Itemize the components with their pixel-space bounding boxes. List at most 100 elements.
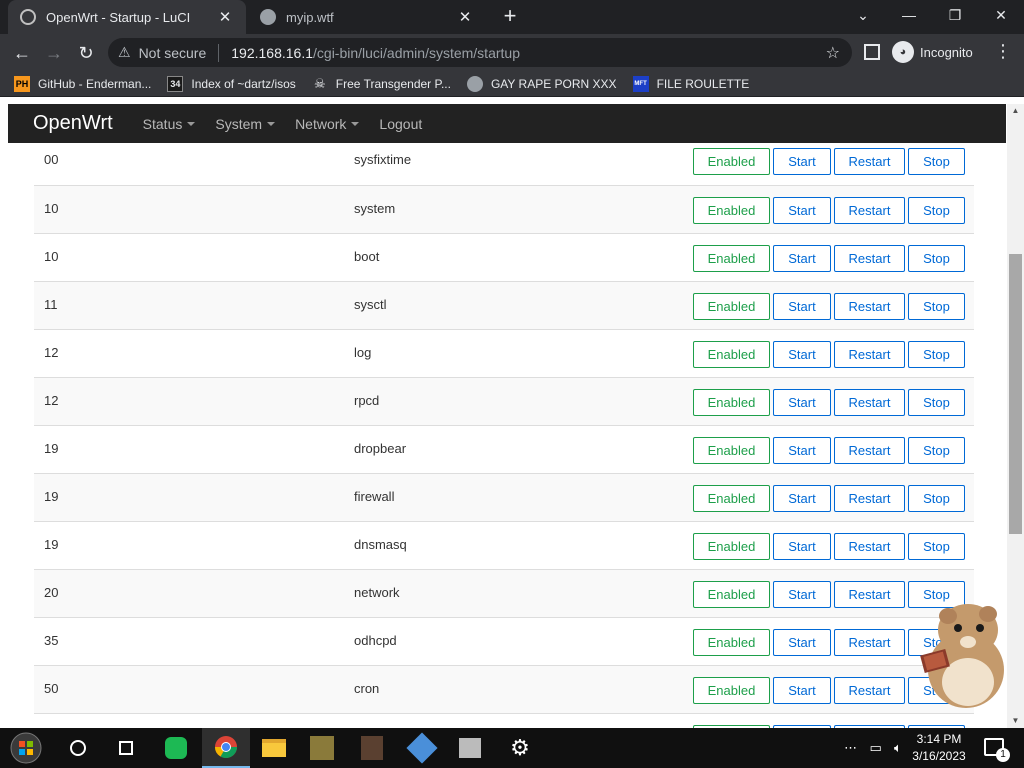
start-button[interactable]: Start xyxy=(773,389,831,416)
restart-button[interactable]: Restart xyxy=(834,485,905,512)
nav-network[interactable]: Network xyxy=(295,116,360,132)
stop-button[interactable]: Stop xyxy=(908,148,965,175)
start-button[interactable]: Start xyxy=(773,677,831,704)
file-explorer-icon[interactable] xyxy=(250,728,298,768)
restart-button[interactable]: Restart xyxy=(834,245,905,272)
back-button[interactable]: ← xyxy=(10,41,34,65)
bookmark-file-roulette[interactable]: MFT FILE ROULETTE xyxy=(632,75,749,92)
stop-button[interactable]: Stop xyxy=(908,389,965,416)
bookmark-star-icon[interactable]: ☆ xyxy=(826,43,840,63)
restart-button[interactable]: Restart xyxy=(834,341,905,368)
stop-button[interactable]: Stop xyxy=(908,533,965,560)
start-button[interactable]: Start xyxy=(773,629,831,656)
nav-system[interactable]: System xyxy=(215,116,276,132)
start-button[interactable]: Start xyxy=(773,148,831,175)
tab-close-icon[interactable]: ✕ xyxy=(216,8,234,26)
notification-center-icon[interactable]: 1 xyxy=(984,738,1010,762)
game-app-icon[interactable] xyxy=(298,728,346,768)
start-button[interactable]: Start xyxy=(773,437,831,464)
box-app-icon[interactable] xyxy=(446,728,494,768)
minimize-button[interactable]: — xyxy=(886,0,932,30)
restart-button[interactable]: Restart xyxy=(834,533,905,560)
notification-count: 1 xyxy=(996,748,1010,762)
enabled-toggle-button[interactable]: Enabled xyxy=(693,341,770,368)
nav-status[interactable]: Status xyxy=(143,116,196,132)
search-circle-icon[interactable] xyxy=(54,728,102,768)
scroll-down-icon[interactable]: ▼ xyxy=(1007,714,1024,728)
close-window-button[interactable]: ✕ xyxy=(978,0,1024,30)
restart-button[interactable]: Restart xyxy=(834,293,905,320)
task-view-icon[interactable] xyxy=(102,728,150,768)
start-button[interactable]: Start xyxy=(773,341,831,368)
spotify-app-icon[interactable] xyxy=(152,728,200,768)
restore-button[interactable]: ❐ xyxy=(932,0,978,30)
bookmark-gay-rape[interactable]: GAY RAPE PORN XXX xyxy=(466,75,617,92)
bookmark-dartz-isos[interactable]: 34 Index of ~dartz/isos xyxy=(167,75,296,92)
address-bar[interactable]: ⚠ Not secure 192.168.16.1 /cgi-bin/luci/… xyxy=(108,38,852,67)
start-button[interactable] xyxy=(2,728,50,768)
reload-button[interactable]: ↻ xyxy=(74,41,98,65)
start-button[interactable]: Start xyxy=(773,533,831,560)
restart-button[interactable]: Restart xyxy=(834,148,905,175)
bookmark-free-transgender[interactable]: ☠ Free Transgender P... xyxy=(312,76,451,92)
stop-button[interactable]: Stop xyxy=(908,341,965,368)
enabled-toggle-button[interactable]: Enabled xyxy=(693,293,770,320)
bookmark-github[interactable]: PH GitHub - Enderman... xyxy=(14,75,151,92)
start-button[interactable]: Start xyxy=(773,581,831,608)
enabled-toggle-button[interactable]: Enabled xyxy=(693,245,770,272)
more-menu-icon[interactable]: ⋮ xyxy=(994,41,1012,62)
enabled-toggle-button[interactable]: Enabled xyxy=(693,197,770,224)
tab-myip[interactable]: myip.wtf ✕ xyxy=(248,0,486,34)
stop-button[interactable]: Stop xyxy=(908,245,965,272)
brand-logo[interactable]: OpenWrt xyxy=(33,112,113,135)
enabled-toggle-button[interactable]: Enabled xyxy=(693,533,770,560)
bookmark-label: Free Transgender P... xyxy=(335,76,451,91)
character-app-icon[interactable] xyxy=(348,728,396,768)
scrollbar-thumb[interactable] xyxy=(1009,254,1022,534)
side-panel-icon[interactable] xyxy=(864,44,880,60)
row-actions: EnabledStartRestartStop xyxy=(693,293,968,320)
network-icon[interactable]: ▭ xyxy=(869,740,881,756)
scroll-up-icon[interactable]: ▲ xyxy=(1007,104,1024,118)
restart-button[interactable]: Restart xyxy=(834,437,905,464)
stop-button[interactable]: Stop xyxy=(908,293,965,320)
blue-app-icon[interactable] xyxy=(398,728,446,768)
stop-button[interactable]: Stop xyxy=(908,485,965,512)
start-button[interactable]: Start xyxy=(773,293,831,320)
restart-button[interactable]: Restart xyxy=(834,389,905,416)
taskbar-clock[interactable]: 3:14 PM 3/16/2023 xyxy=(908,731,970,765)
stop-button[interactable]: Stop xyxy=(908,437,965,464)
chrome-app-icon[interactable] xyxy=(202,728,250,768)
enabled-toggle-button[interactable]: Enabled xyxy=(693,581,770,608)
tab-openwrt-startup[interactable]: OpenWrt - Startup - LuCI ✕ xyxy=(8,0,246,34)
restart-button[interactable]: Restart xyxy=(834,677,905,704)
mft-logo-icon: MFT xyxy=(632,75,649,92)
overflow-icon[interactable]: ⋯ xyxy=(844,740,857,756)
stop-button[interactable]: Stop xyxy=(908,197,965,224)
settings-gear-icon[interactable]: ⚙ xyxy=(496,728,544,768)
priority-cell: 50 xyxy=(44,681,59,696)
enabled-toggle-button[interactable]: Enabled xyxy=(693,677,770,704)
start-button[interactable]: Start xyxy=(773,245,831,272)
enabled-toggle-button[interactable]: Enabled xyxy=(693,148,770,175)
tab-search-icon[interactable]: ⌄ xyxy=(840,0,886,30)
skull-icon: ☠ xyxy=(313,75,326,91)
volume-icon[interactable]: 🔈︎ xyxy=(894,740,902,756)
new-tab-button[interactable]: + xyxy=(498,5,522,29)
enabled-toggle-button[interactable]: Enabled xyxy=(693,389,770,416)
page-scrollbar[interactable]: ▲ ▼ xyxy=(1007,104,1024,728)
tab-close-icon[interactable]: ✕ xyxy=(456,8,474,26)
incognito-profile-button[interactable]: ◕ Incognito xyxy=(892,39,973,65)
enabled-toggle-button[interactable]: Enabled xyxy=(693,437,770,464)
security-status: Not secure xyxy=(138,44,207,61)
table-row: 19 dnsmasq Enabled Start Restart Stop xyxy=(34,521,974,569)
enabled-toggle-button[interactable]: Enabled xyxy=(693,629,770,656)
enabled-toggle-button[interactable]: Enabled xyxy=(693,485,770,512)
restart-button[interactable]: Restart xyxy=(834,197,905,224)
forward-button[interactable]: → xyxy=(42,41,66,65)
start-button[interactable]: Start xyxy=(773,485,831,512)
restart-button[interactable]: Restart xyxy=(834,581,905,608)
start-button[interactable]: Start xyxy=(773,197,831,224)
nav-logout[interactable]: Logout xyxy=(379,116,422,132)
restart-button[interactable]: Restart xyxy=(834,629,905,656)
